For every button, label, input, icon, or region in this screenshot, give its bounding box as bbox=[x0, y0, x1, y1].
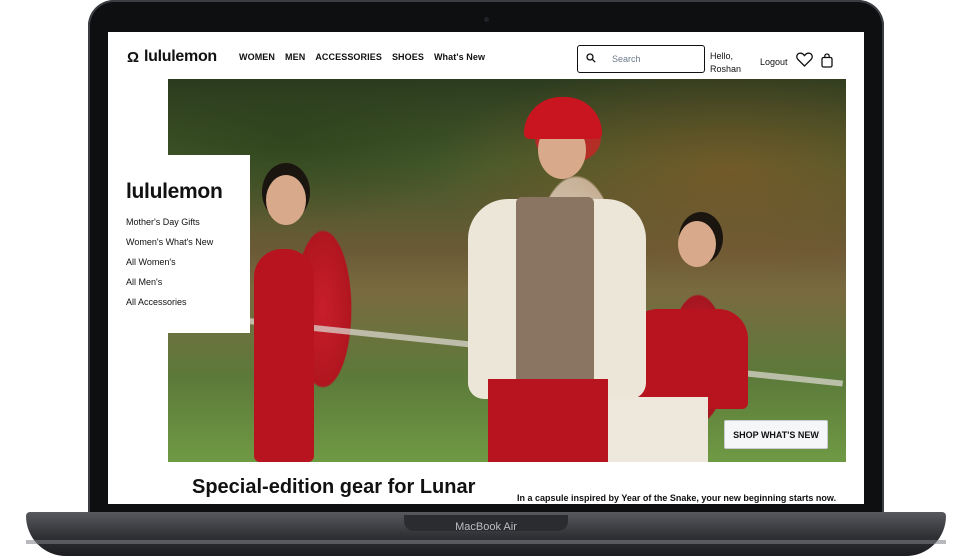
laptop-rim bbox=[26, 540, 946, 544]
browser-screen: Ω lululemon WOMEN MEN ACCESSORIES SHOES … bbox=[108, 32, 864, 504]
user-greeting: Hello, Roshan bbox=[710, 50, 741, 76]
side-menu-title: lululemon bbox=[126, 180, 223, 203]
site-logo[interactable]: Ω lululemon bbox=[127, 48, 217, 66]
side-link-all-mens[interactable]: All Men's bbox=[126, 277, 213, 288]
greeting-line1: Hello, bbox=[710, 51, 734, 61]
main-nav: WOMEN MEN ACCESSORIES SHOES What's New bbox=[239, 52, 485, 62]
logo-text: lululemon bbox=[144, 48, 217, 65]
logout-link[interactable]: Logout bbox=[760, 57, 788, 67]
search-input[interactable] bbox=[610, 53, 702, 65]
promo-subtext: In a capsule inspired by Year of the Sna… bbox=[517, 493, 837, 503]
side-menu-links: Mother's Day Gifts Women's What's New Al… bbox=[126, 217, 213, 308]
model-right bbox=[628, 309, 748, 409]
model-right-legs bbox=[598, 397, 708, 462]
side-link-mothers-day[interactable]: Mother's Day Gifts bbox=[126, 217, 213, 228]
device-label: MacBook Air bbox=[455, 521, 517, 533]
model-left bbox=[254, 249, 314, 462]
promo-headline: Special-edition gear for Lunar bbox=[192, 476, 476, 498]
camera-icon bbox=[484, 17, 489, 22]
heart-icon[interactable] bbox=[796, 52, 813, 72]
side-link-all-accessories[interactable]: All Accessories bbox=[126, 297, 213, 308]
nav-women[interactable]: WOMEN bbox=[239, 52, 275, 62]
search-icon[interactable] bbox=[580, 52, 602, 66]
model-center-legs bbox=[488, 379, 608, 462]
search-box[interactable] bbox=[577, 45, 705, 73]
nav-men[interactable]: MEN bbox=[285, 52, 305, 62]
shopping-bag-icon[interactable] bbox=[821, 53, 833, 73]
model-center-shirt bbox=[516, 197, 594, 407]
hero-image[interactable] bbox=[168, 79, 846, 462]
nav-shoes[interactable]: SHOES bbox=[392, 52, 424, 62]
nav-accessories[interactable]: ACCESSORIES bbox=[315, 52, 382, 62]
shop-whats-new-button[interactable]: SHOP WHAT'S NEW bbox=[724, 420, 828, 449]
side-link-all-womens[interactable]: All Women's bbox=[126, 257, 213, 268]
model-left-head bbox=[266, 175, 306, 225]
greeting-name: Roshan bbox=[710, 64, 742, 74]
nav-whats-new[interactable]: What's New bbox=[434, 52, 485, 62]
side-link-womens-whats-new[interactable]: Women's What's New bbox=[126, 237, 213, 248]
lululemon-omega-icon: Ω bbox=[127, 48, 140, 66]
model-right-head bbox=[678, 221, 716, 267]
